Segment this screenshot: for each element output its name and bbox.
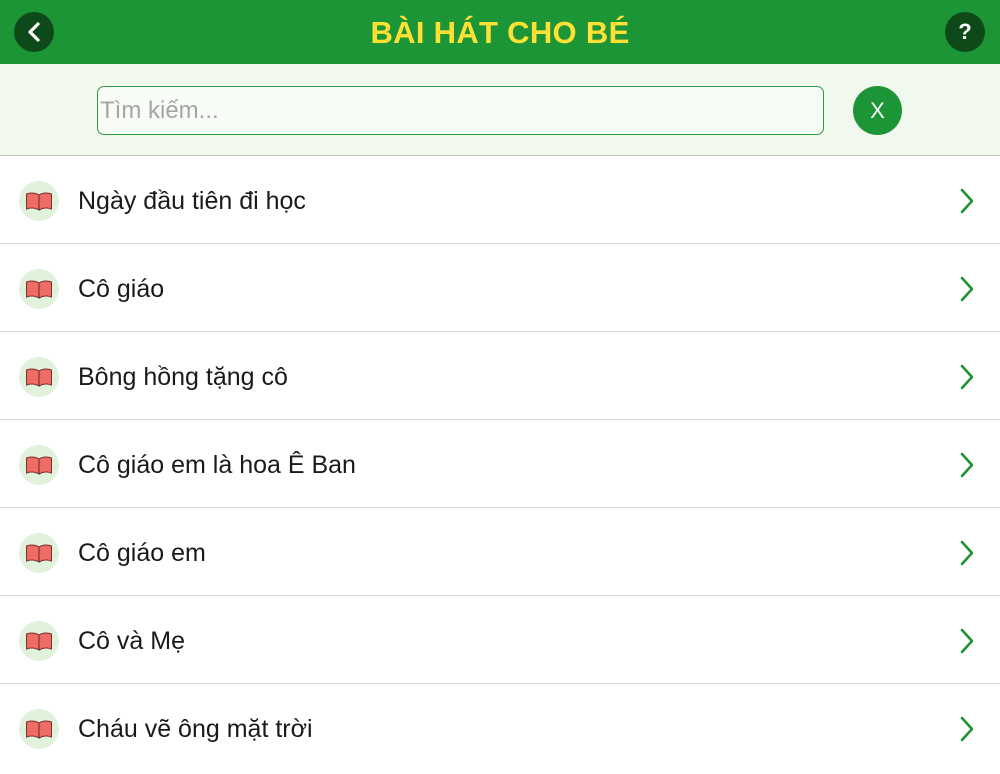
- chevron-right-icon: [960, 628, 974, 654]
- open-book-icon: [19, 357, 59, 397]
- chevron-right-icon: [960, 188, 974, 214]
- song-title: Bông hồng tặng cô: [78, 363, 288, 391]
- list-item[interactable]: Bông hồng tặng cô: [0, 332, 1000, 420]
- list-item[interactable]: Cô giáo em là hoa Ê Ban: [0, 420, 1000, 508]
- page-title: BÀI HÁT CHO BÉ: [370, 15, 630, 50]
- header-bar: BÀI HÁT CHO BÉ ?: [0, 0, 1000, 64]
- open-book-icon: [19, 709, 59, 749]
- chevron-right-icon: [960, 364, 974, 390]
- help-button[interactable]: ?: [945, 12, 985, 52]
- song-title: Cô giáo em: [78, 539, 206, 567]
- list-item[interactable]: Ngày đầu tiên đi học: [0, 156, 1000, 244]
- song-title: Cô giáo: [78, 275, 165, 303]
- chevron-right-icon: [960, 452, 974, 478]
- question-icon: ?: [958, 19, 972, 44]
- clear-search-button[interactable]: X: [853, 86, 902, 135]
- song-list: Ngày đầu tiên đi học Cô giáo Bông hồng t…: [0, 156, 1000, 772]
- list-item[interactable]: Cô và Mẹ: [0, 596, 1000, 684]
- list-item[interactable]: Cô giáo: [0, 244, 1000, 332]
- open-book-icon: [19, 621, 59, 661]
- chevron-right-icon: [960, 276, 974, 302]
- search-bar: X: [0, 64, 1000, 156]
- song-title: Cô và Mẹ: [78, 627, 185, 655]
- open-book-icon: [19, 181, 59, 221]
- search-input[interactable]: [97, 86, 824, 135]
- song-title: Ngày đầu tiên đi học: [78, 187, 306, 215]
- song-title: Cô giáo em là hoa Ê Ban: [78, 451, 356, 479]
- chevron-right-icon: [960, 716, 974, 742]
- song-title: Cháu vẽ ông mặt trời: [78, 715, 313, 743]
- open-book-icon: [19, 445, 59, 485]
- list-item[interactable]: Cô giáo em: [0, 508, 1000, 596]
- open-book-icon: [19, 533, 59, 573]
- list-item[interactable]: Cháu vẽ ông mặt trời: [0, 684, 1000, 772]
- chevron-right-icon: [960, 540, 974, 566]
- open-book-icon: [19, 269, 59, 309]
